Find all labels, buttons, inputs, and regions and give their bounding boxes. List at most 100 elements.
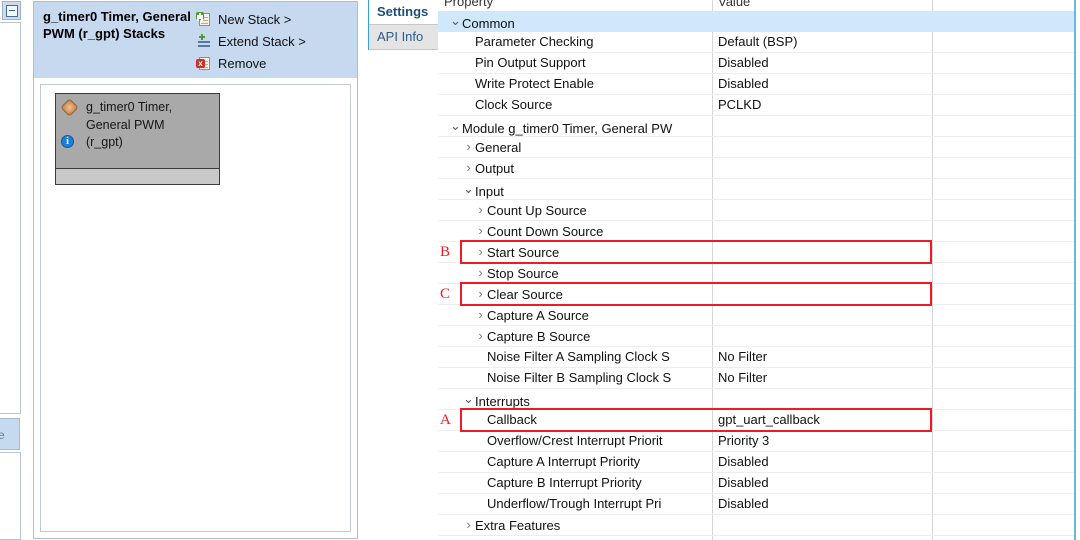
new-stack-label: New Stack > <box>218 11 292 27</box>
table-row[interactable]: › Stop Source <box>438 263 1074 284</box>
chevron-right-icon[interactable]: › <box>474 305 487 325</box>
row-value-cell[interactable]: Disabled <box>718 473 930 493</box>
row-value-cell[interactable] <box>718 284 930 304</box>
table-row[interactable]: › Capture A Source <box>438 305 1074 326</box>
chevron-right-icon[interactable]: › <box>474 242 487 262</box>
row-property-label: Interrupts <box>475 394 530 409</box>
chevron-right-icon[interactable]: › <box>462 515 475 535</box>
right-scroll-rule[interactable] <box>1074 0 1076 540</box>
row-property-cell: Callback <box>438 410 748 430</box>
table-row[interactable]: › Start Source <box>438 242 1074 263</box>
row-value-cell[interactable]: Disabled <box>718 452 930 472</box>
table-row[interactable]: › General <box>438 137 1074 158</box>
chevron-right-icon[interactable]: › <box>474 326 487 346</box>
table-row[interactable]: Overflow/Crest Interrupt Priorit Priority… <box>438 431 1074 452</box>
row-value-cell[interactable]: Disabled <box>718 74 930 94</box>
row-property-label: Noise Filter A Sampling Clock S <box>487 349 670 364</box>
row-property-cell: › Extra Features <box>438 515 736 535</box>
row-value-cell[interactable] <box>718 137 930 157</box>
table-row[interactable]: Capture B Interrupt Priority Disabled <box>438 473 1074 494</box>
annotation-letter-b: B <box>440 244 451 260</box>
table-row[interactable]: Underflow/Trough Interrupt Pri Disabled <box>438 494 1074 515</box>
table-row[interactable]: ⌄Interrupts <box>438 389 1074 410</box>
left-edge-strip: re <box>0 0 22 540</box>
row-value-cell[interactable] <box>718 515 930 535</box>
stacks-canvas[interactable]: g_timer0 Timer, General PWM (r_gpt) i <box>40 84 351 532</box>
table-row[interactable]: Noise Filter A Sampling Clock S No Filter <box>438 347 1074 368</box>
row-property-label: Stop Source <box>487 266 559 281</box>
table-row[interactable]: ⌄Common <box>438 11 1074 32</box>
row-value-cell[interactable] <box>718 200 930 220</box>
column-header-property[interactable]: Property <box>444 0 493 11</box>
minimize-icon[interactable] <box>2 1 21 20</box>
row-value-cell[interactable] <box>718 179 930 199</box>
chevron-right-icon[interactable]: › <box>462 158 475 178</box>
chevron-right-icon[interactable]: › <box>474 263 487 283</box>
extend-stack-button[interactable]: Extend Stack > <box>196 30 357 52</box>
tab-settings[interactable]: Settings <box>368 0 438 25</box>
remove-button[interactable]: x Remove <box>196 52 357 74</box>
chevron-down-icon[interactable]: ⌄ <box>462 179 475 199</box>
table-row[interactable]: Pin Output Support Disabled <box>438 53 1074 74</box>
property-table[interactable]: Property Value ⌄Common Parameter Checking… <box>438 0 1074 540</box>
column-header-value[interactable]: Value <box>718 0 750 11</box>
row-value-cell[interactable] <box>718 242 930 262</box>
chevron-right-icon[interactable]: › <box>474 200 487 220</box>
edge-tab-button[interactable]: re <box>0 418 20 450</box>
table-row[interactable]: ⌄Input <box>438 179 1074 200</box>
chevron-down-icon[interactable]: ⌄ <box>449 116 462 136</box>
row-value-cell[interactable]: gpt_uart_callback <box>718 410 930 430</box>
row-value-cell[interactable]: No Filter <box>718 368 930 388</box>
row-value-cell[interactable] <box>718 158 930 178</box>
row-property-label: Extra Features <box>475 518 561 533</box>
row-property-label: Overflow/Crest Interrupt Priorit <box>487 433 663 448</box>
row-value-cell[interactable] <box>718 116 930 136</box>
chevron-down-icon[interactable]: ⌄ <box>449 11 462 31</box>
row-property-label: General <box>475 140 522 155</box>
row-property-label: Common <box>462 16 515 31</box>
row-property-cell: ⌄Common <box>438 11 723 31</box>
stack-module-box[interactable]: g_timer0 Timer, General PWM (r_gpt) i <box>55 93 220 185</box>
row-property-label: Callback <box>487 412 537 427</box>
table-row[interactable]: › Count Up Source <box>438 200 1074 221</box>
row-value-cell[interactable] <box>718 263 930 283</box>
row-value-cell[interactable] <box>718 11 930 31</box>
table-row[interactable]: › Capture B Source <box>438 326 1074 347</box>
row-value-cell[interactable] <box>718 389 930 409</box>
row-value-cell[interactable]: Disabled <box>718 53 930 73</box>
row-property-cell: › General <box>438 137 736 157</box>
chevron-right-icon[interactable]: › <box>474 284 487 304</box>
table-row[interactable]: Write Protect Enable Disabled <box>438 74 1074 95</box>
row-value-cell[interactable]: Default (BSP) <box>718 32 930 52</box>
row-value-cell[interactable] <box>718 326 930 346</box>
info-icon[interactable]: i <box>61 135 74 148</box>
table-row[interactable]: Noise Filter B Sampling Clock S No Filter <box>438 368 1074 389</box>
tab-api-info[interactable]: API Info <box>368 25 438 50</box>
row-property-cell: Parameter Checking <box>438 32 736 52</box>
table-row[interactable]: › Count Down Source <box>438 221 1074 242</box>
stack-box-line3: (r_gpt) <box>86 135 123 149</box>
chevron-right-icon[interactable]: › <box>474 221 487 241</box>
new-stack-button[interactable]: New Stack > <box>196 8 357 30</box>
minimize-glyph <box>6 5 18 17</box>
stack-module-body: g_timer0 Timer, General PWM (r_gpt) i <box>56 94 219 166</box>
table-row[interactable]: › Clear Source <box>438 284 1074 305</box>
row-value-cell[interactable]: No Filter <box>718 347 930 367</box>
table-row[interactable]: ⌄Module g_timer0 Timer, General PW <box>438 116 1074 137</box>
row-value-cell[interactable]: Disabled <box>718 494 930 514</box>
row-property-label: Capture B Source <box>487 329 591 344</box>
row-property-label: Input <box>475 184 504 199</box>
row-value-cell[interactable]: Priority 3 <box>718 431 930 451</box>
row-value-cell[interactable]: PCLKD <box>718 95 930 115</box>
table-row[interactable]: Parameter Checking Default (BSP) <box>438 32 1074 53</box>
chevron-down-icon[interactable]: ⌄ <box>462 389 475 409</box>
table-row[interactable]: › Extra Features <box>438 515 1074 536</box>
row-value-cell[interactable] <box>718 221 930 241</box>
row-property-cell: Pin Output Support <box>438 53 736 73</box>
chevron-right-icon[interactable]: › <box>462 137 475 157</box>
table-row[interactable]: Capture A Interrupt Priority Disabled <box>438 452 1074 473</box>
table-row[interactable]: Callback gpt_uart_callback <box>438 410 1074 431</box>
table-row[interactable]: Clock Source PCLKD <box>438 95 1074 116</box>
table-row[interactable]: › Output <box>438 158 1074 179</box>
row-value-cell[interactable] <box>718 305 930 325</box>
